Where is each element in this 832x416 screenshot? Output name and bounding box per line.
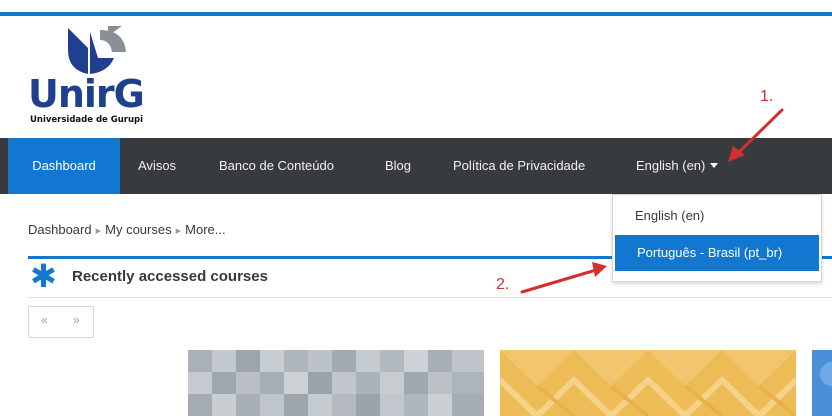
previous-page-button[interactable]: «: [41, 313, 48, 327]
main-navbar: Dashboard Avisos Banco de Conteúdo Blog …: [0, 138, 832, 194]
language-menu-toggle[interactable]: English (en): [636, 138, 719, 194]
breadcrumb-item[interactable]: More...: [185, 222, 225, 237]
chevron-right-icon: ▸: [95, 225, 102, 237]
nav-banco-de-conteudo[interactable]: Banco de Conteúdo: [219, 138, 334, 194]
nav-blog[interactable]: Blog: [385, 138, 411, 194]
breadcrumb-item[interactable]: Dashboard: [28, 222, 92, 237]
next-page-button[interactable]: »: [73, 313, 80, 327]
nav-politica-de-privacidade[interactable]: Política de Privacidade: [453, 138, 585, 194]
nav-avisos[interactable]: Avisos: [138, 138, 176, 194]
course-card-image[interactable]: [812, 350, 832, 416]
language-dropdown-menu: English (en) Português - Brasil (pt_br): [612, 194, 822, 282]
nav-dashboard[interactable]: Dashboard: [8, 138, 120, 194]
caret-down-icon: [710, 163, 719, 168]
chevron-right-icon: ▸: [175, 225, 182, 237]
language-menu-label: English (en): [636, 158, 706, 173]
logo-subtitle: Universidade de Gurupi: [30, 115, 144, 125]
course-card-image[interactable]: [188, 350, 484, 416]
block-title: Recently accessed courses: [72, 268, 268, 285]
breadcrumb: Dashboard ▸ My courses ▸ More...: [28, 222, 226, 237]
course-card-image[interactable]: [500, 350, 796, 416]
asterisk-icon: ✱: [30, 258, 57, 294]
annotation-step-2: 2.: [496, 276, 510, 293]
breadcrumb-item[interactable]: My courses: [105, 222, 171, 237]
logo-wordmark: UnirG: [28, 72, 145, 116]
pagination-control: « »: [28, 306, 94, 338]
top-accent-bar: [0, 12, 832, 16]
logo-emblem-icon: [68, 26, 126, 74]
annotation-step-1: 1.: [760, 88, 774, 105]
site-logo[interactable]: UnirG Universidade de Gurupi: [28, 26, 168, 130]
language-option-english[interactable]: English (en): [613, 198, 817, 234]
language-option-portugues[interactable]: Português - Brasil (pt_br): [615, 235, 819, 271]
